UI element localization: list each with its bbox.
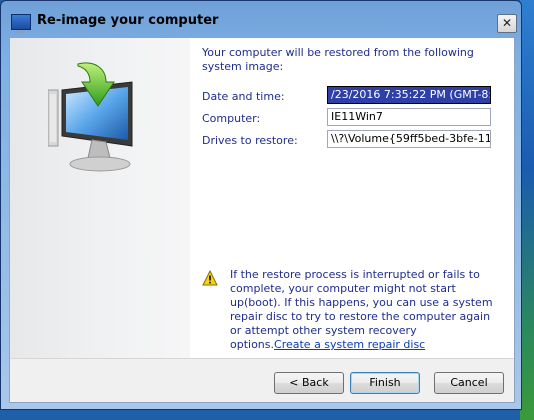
date-time-label: Date and time: (202, 90, 285, 103)
window-title: Re-image your computer (37, 13, 219, 28)
back-button[interactable]: < Back (274, 372, 344, 394)
finish-button[interactable]: Finish (350, 372, 420, 394)
close-button[interactable]: ✕ (497, 14, 517, 33)
monitor-restore-icon (48, 62, 133, 172)
warning-icon (202, 270, 218, 286)
create-repair-disc-link[interactable]: Create a system repair disc (274, 338, 425, 351)
intro-text: Your computer will be restored from the … (202, 46, 474, 73)
warning-message: If the restore process is interrupted or… (230, 268, 496, 352)
computer-app-icon (11, 14, 31, 33)
main-content: Your computer will be restored from the … (190, 38, 514, 358)
desktop-background (520, 0, 534, 420)
button-separator (10, 358, 514, 359)
cancel-button[interactable]: Cancel (434, 372, 504, 394)
side-pane (10, 38, 190, 358)
title-bar[interactable]: Re-image your computer ✕ (1, 1, 521, 37)
reimage-dialog: Re-image your computer ✕ Your computer w… (0, 0, 522, 410)
computer-field[interactable]: IE11Win7 (327, 108, 491, 126)
dialog-body: Your computer will be restored from the … (9, 37, 515, 403)
computer-label: Computer: (202, 112, 261, 125)
date-time-field[interactable]: /23/2016 7:35:22 PM (GMT-8:00) (327, 86, 491, 104)
drives-field[interactable]: \\?\Volume{59ff5bed-3bfe-11e3-8 (327, 130, 491, 148)
drives-label: Drives to restore: (202, 134, 298, 147)
